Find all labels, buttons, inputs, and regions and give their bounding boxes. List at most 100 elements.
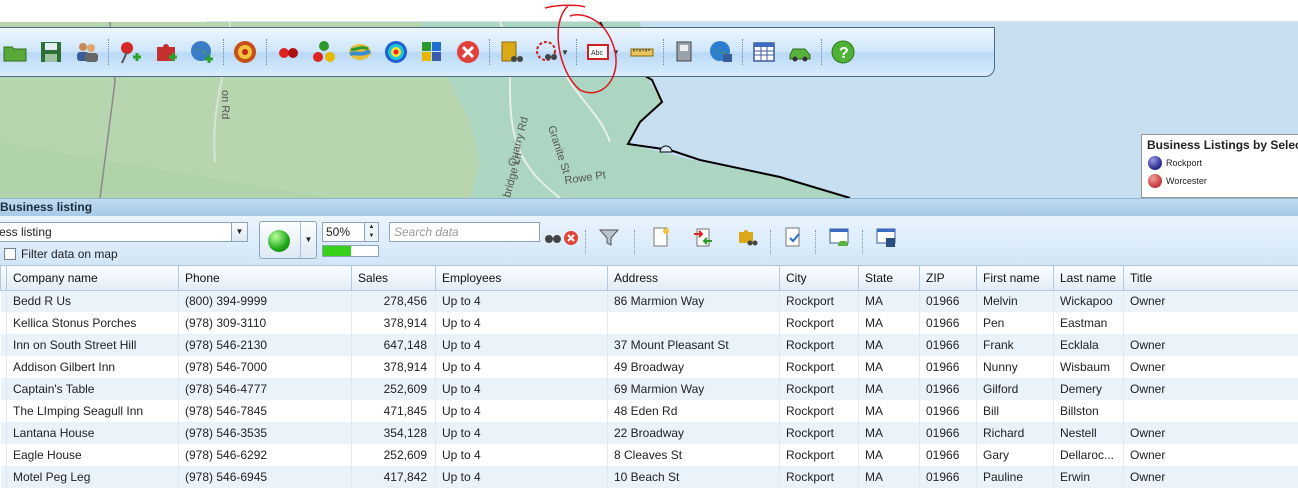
puzzle-search-icon[interactable] (734, 224, 760, 250)
cell-sales[interactable]: 378,914 (351, 312, 436, 334)
column-header-sales[interactable]: Sales (351, 266, 436, 291)
cell-last-name[interactable]: Eastman (1053, 312, 1124, 334)
cell-state[interactable]: MA (858, 466, 920, 488)
cell-zip[interactable]: 01966 (919, 466, 977, 488)
filter-data-checkbox[interactable] (4, 248, 16, 260)
chevron-down-icon[interactable]: ▼ (231, 223, 247, 241)
cell-phone[interactable]: (978) 546-6292 (178, 444, 352, 466)
table-row[interactable]: Eagle House (978) 546-6292 252,609 Up to 48… (0, 444, 1298, 466)
chevron-down-icon[interactable]: ▼ (300, 222, 316, 258)
cell-city[interactable]: Rockport (779, 378, 859, 400)
cell-address[interactable]: 10 Beach St (607, 466, 780, 488)
cell-city[interactable]: Rockport (779, 444, 859, 466)
column-header-title[interactable]: Title (1123, 266, 1298, 291)
cell-first-name[interactable]: Gilford (976, 378, 1054, 400)
cell-state[interactable]: MA (858, 422, 920, 444)
cell-zip[interactable]: 01966 (919, 400, 977, 422)
cell-state[interactable]: MA (858, 400, 920, 422)
column-header-first-name[interactable]: First name (976, 266, 1054, 291)
column-header-last-name[interactable]: Last name (1053, 266, 1124, 291)
cell-first-name[interactable]: Richard (976, 422, 1054, 444)
column-header-state[interactable]: State (858, 266, 920, 291)
layer-select[interactable]: ess listing ▼ (0, 222, 248, 242)
search-input[interactable]: Search data (389, 222, 540, 242)
cell-city[interactable]: Rockport (779, 312, 859, 334)
column-header-zip[interactable]: ZIP (919, 266, 977, 291)
globe-add-icon[interactable] (184, 34, 220, 70)
cell-phone[interactable]: (800) 394-9999 (178, 290, 352, 312)
cell-address[interactable] (607, 312, 780, 334)
target-icon[interactable] (227, 34, 263, 70)
cell-phone[interactable]: (978) 309-3110 (178, 312, 352, 334)
cell-zip[interactable]: 01966 (919, 290, 977, 312)
cell-address[interactable]: 86 Marmion Way (607, 290, 780, 312)
column-header-phone[interactable]: Phone (178, 266, 352, 291)
table-row[interactable]: The LImping Seagull Inn (978) 546-7845 471… (0, 400, 1298, 422)
cell-last-name[interactable]: Wisbaum (1053, 356, 1124, 378)
cell-title[interactable]: Owner (1123, 444, 1298, 466)
cell-address[interactable]: 8 Cleaves St (607, 444, 780, 466)
cell-sales[interactable]: 378,914 (351, 356, 436, 378)
add-pushpin-icon[interactable] (112, 34, 148, 70)
table-row[interactable]: Motel Peg Leg (978) 546-6945 417,842 Up to … (0, 466, 1298, 488)
cell-first-name[interactable]: Gary (976, 444, 1054, 466)
find-businesses-icon[interactable] (493, 34, 529, 70)
filter-funnel-icon[interactable] (596, 224, 622, 250)
cell-city[interactable]: Rockport (779, 422, 859, 444)
cell-city[interactable]: Rockport (779, 466, 859, 488)
cell-zip[interactable]: 01966 (919, 378, 977, 400)
cell-address[interactable]: 22 Broadway (607, 422, 780, 444)
column-header-employees[interactable]: Employees (435, 266, 608, 291)
import-export-icon[interactable] (690, 224, 716, 250)
table-row[interactable]: Bedd R Us (800) 394-9999 278,456 Up to 4 86 … (0, 290, 1298, 312)
cell-last-name[interactable]: Billston (1053, 400, 1124, 422)
cell-employees[interactable]: Up to 4 (435, 400, 608, 422)
cell-phone[interactable]: (978) 546-4777 (178, 378, 352, 400)
cell-sales[interactable]: 354,128 (351, 422, 436, 444)
cell-company[interactable]: Bedd R Us (6, 290, 179, 312)
cell-company[interactable]: Lantana House (6, 422, 179, 444)
cell-zip[interactable]: 01966 (919, 422, 977, 444)
cell-employees[interactable]: Up to 4 (435, 334, 608, 356)
cell-address[interactable]: 37 Mount Pleasant St (607, 334, 780, 356)
table-row[interactable]: Inn on South Street Hill (978) 546-2130 64… (0, 334, 1298, 356)
cell-zip[interactable]: 01966 (919, 444, 977, 466)
cell-company[interactable]: The LImping Seagull Inn (6, 400, 179, 422)
new-document-icon[interactable] (648, 224, 674, 250)
table-car-icon[interactable] (826, 224, 852, 250)
cell-title[interactable]: Owner (1123, 422, 1298, 444)
cell-first-name[interactable]: Pen (976, 312, 1054, 334)
table-row[interactable]: Kellica Stonus Porches (978) 309-3110 378,… (0, 312, 1298, 334)
cell-last-name[interactable]: Erwin (1053, 466, 1124, 488)
cell-first-name[interactable]: Pauline (976, 466, 1054, 488)
globe-export-icon[interactable] (703, 34, 739, 70)
label-icon[interactable]: Abc (580, 34, 616, 70)
cell-phone[interactable]: (978) 546-6945 (178, 466, 352, 488)
cell-title[interactable] (1123, 400, 1298, 422)
ruler-icon[interactable] (624, 34, 660, 70)
cell-title[interactable]: Owner (1123, 378, 1298, 400)
puzzle-colorful-icon[interactable] (414, 34, 450, 70)
cell-sales[interactable]: 252,609 (351, 378, 436, 400)
cell-title[interactable] (1123, 312, 1298, 334)
cell-city[interactable]: Rockport (779, 334, 859, 356)
dots-cluster-icon[interactable] (306, 34, 342, 70)
cell-zip[interactable]: 01966 (919, 312, 977, 334)
column-header-address[interactable]: Address (607, 266, 780, 291)
cell-address[interactable]: 48 Eden Rd (607, 400, 780, 422)
cell-sales[interactable]: 647,148 (351, 334, 436, 356)
cell-employees[interactable]: Up to 4 (435, 312, 608, 334)
cell-phone[interactable]: (978) 546-7845 (178, 400, 352, 422)
cell-employees[interactable]: Up to 4 (435, 378, 608, 400)
cell-state[interactable]: MA (858, 290, 920, 312)
cell-last-name[interactable]: Nestell (1053, 422, 1124, 444)
chevron-down-icon[interactable]: ▼ (612, 48, 620, 57)
cell-first-name[interactable]: Melvin (976, 290, 1054, 312)
table-row[interactable]: Addison Gilbert Inn (978) 546-7000 378,914… (0, 356, 1298, 378)
cell-first-name[interactable]: Frank (976, 334, 1054, 356)
cell-sales[interactable]: 417,842 (351, 466, 436, 488)
cell-title[interactable]: Owner (1123, 290, 1298, 312)
cell-last-name[interactable]: Dellaroc... (1053, 444, 1124, 466)
cell-title[interactable]: Owner (1123, 466, 1298, 488)
document-check-icon[interactable] (780, 224, 806, 250)
